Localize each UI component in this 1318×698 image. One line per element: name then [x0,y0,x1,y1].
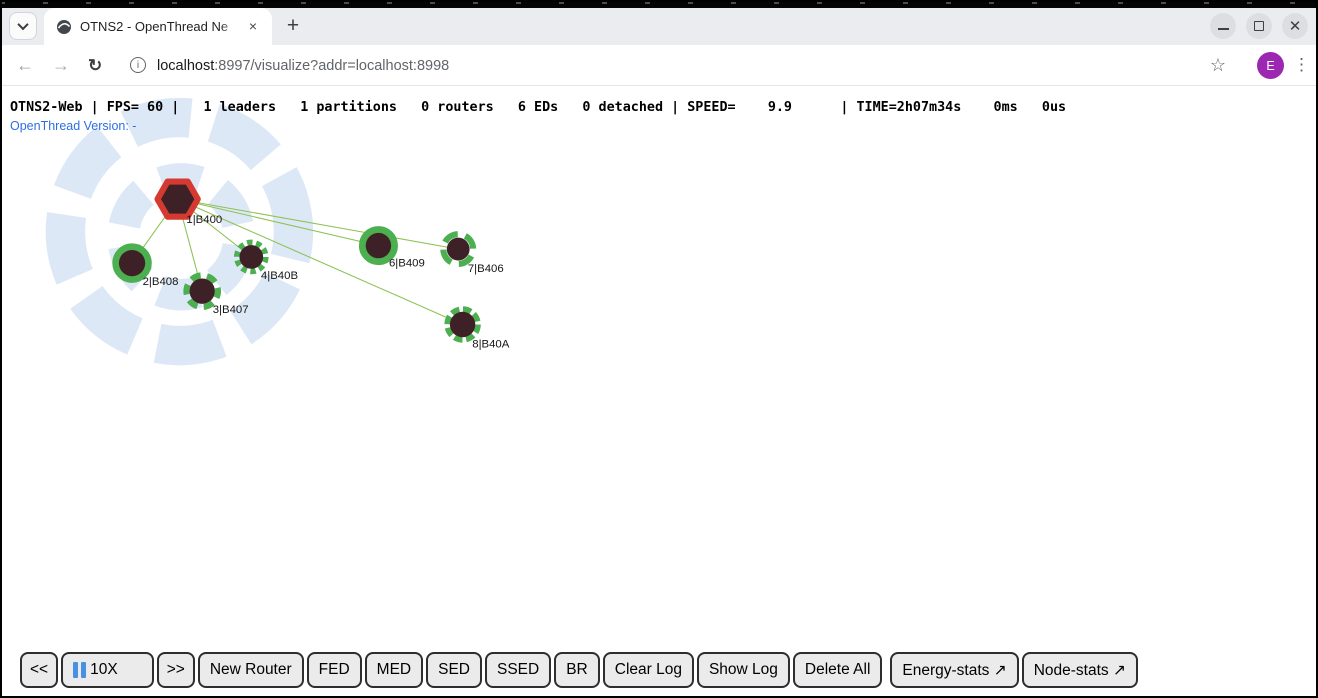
node-ed-6[interactable]: 6|B409 [363,230,425,270]
bookmark-star-icon[interactable]: ☆ [1210,55,1226,76]
forward-button[interactable]: → [52,56,70,74]
site-info-icon[interactable]: i [130,57,146,73]
delete-all-button[interactable]: Delete All [793,652,882,688]
url-path: :8997/visualize?addr=localhost:8998 [214,58,449,74]
close-icon: ✕ [1289,19,1302,34]
screen-edge-strip [0,0,1318,8]
new-tab-button[interactable]: + [280,13,306,39]
close-button[interactable]: ✕ [1282,13,1308,39]
tab-search-button[interactable] [10,13,36,39]
tab-title: OTNS2 - OpenThread Ne [80,19,230,34]
node-ed-8[interactable]: 8|B40A [447,309,510,350]
show-log-button[interactable]: Show Log [697,652,790,688]
browser-menu-icon[interactable]: ⋮ [1293,55,1310,75]
maximize-button[interactable] [1246,13,1272,39]
browser-window: OTNS2 - OpenThread Ne × + ✕ ← → ↻ i loca… [0,0,1318,698]
pause-icon [73,662,86,678]
tab-strip: OTNS2 - OpenThread Ne × + ✕ [0,8,1318,45]
new-router-button[interactable]: New Router [198,652,304,688]
tab-active[interactable]: OTNS2 - OpenThread Ne × [44,8,272,45]
profile-avatar[interactable]: E [1257,52,1284,79]
pause-speed-button[interactable]: 10X [61,652,154,688]
sed-button[interactable]: SED [426,652,482,688]
minimize-icon [1218,28,1229,30]
fed-button[interactable]: FED [307,652,362,688]
maximize-icon [1254,21,1264,31]
window-controls: ✕ [1210,13,1308,39]
node-stats-button[interactable]: Node-stats ↗ [1022,652,1138,688]
url-host: localhost [157,58,214,74]
network-canvas[interactable]: 1|B400 2|B408 3|B407 4|B40B [0,86,1318,698]
node-label: 7|B406 [468,263,504,275]
browser-toolbar: ← → ↻ i localhost:8997/visualize?addr=lo… [0,45,1318,86]
address-bar[interactable]: localhost:8997/visualize?addr=localhost:… [157,45,449,86]
node-ed-7[interactable]: 7|B406 [438,229,504,275]
br-button[interactable]: BR [554,652,600,688]
speed-up-button[interactable]: >> [157,652,195,688]
node-label: 8|B40A [472,338,510,350]
reload-button[interactable]: ↻ [88,57,102,74]
med-button[interactable]: MED [365,652,423,688]
otns-visualizer-page: 1|B400 2|B408 3|B407 4|B40B [0,86,1318,698]
speed-value: 10X [90,661,118,679]
ssed-button[interactable]: SSED [485,652,551,688]
minimize-button[interactable] [1210,13,1236,39]
node-label: 2|B408 [143,276,179,288]
simulation-status-bar: OTNS2-Web | FPS= 60 | 1 leaders 1 partit… [10,100,1066,115]
node-label: 6|B409 [389,258,425,270]
node-label: 1|B400 [186,214,222,226]
back-button[interactable]: ← [16,56,34,74]
node-label: 3|B407 [213,304,249,316]
clear-log-button[interactable]: Clear Log [603,652,694,688]
openthread-version-link[interactable]: OpenThread Version: - [10,119,136,133]
globe-favicon-icon [56,19,72,35]
tab-close-icon[interactable]: × [244,17,262,35]
node-label: 4|B40B [261,270,298,282]
simulation-toolbar: << 10X >> New Router FED MED SED SSED BR… [20,652,1138,688]
chevron-down-icon [17,19,28,30]
energy-stats-button[interactable]: Energy-stats ↗ [890,652,1018,688]
speed-down-button[interactable]: << [20,652,58,688]
